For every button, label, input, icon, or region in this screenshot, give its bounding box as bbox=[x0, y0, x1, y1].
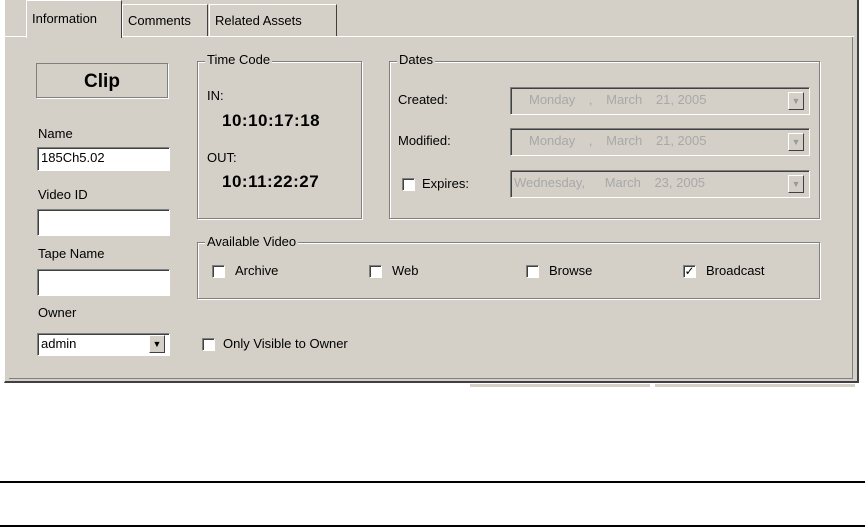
chevron-down-icon[interactable]: ▼ bbox=[149, 335, 165, 353]
expires-month: March bbox=[604, 175, 641, 190]
tab-related-assets[interactable]: Related Assets bbox=[209, 4, 337, 36]
out-timecode: 10:11:22:27 bbox=[222, 172, 320, 191]
web-checkbox[interactable] bbox=[369, 265, 382, 278]
expires-label: Expires: bbox=[422, 176, 469, 191]
archive-checkbox[interactable] bbox=[212, 265, 225, 278]
tab-information[interactable]: Information bbox=[26, 0, 122, 38]
only-visible-checkbox[interactable] bbox=[202, 338, 215, 351]
tape-name-field[interactable] bbox=[37, 269, 170, 296]
archive-label: Archive bbox=[235, 263, 279, 278]
rule-bottom bbox=[0, 525, 865, 527]
tab-related-assets-label: Related Assets bbox=[215, 13, 302, 28]
video-id-label: Video ID bbox=[38, 187, 88, 202]
web-label: Web bbox=[392, 263, 419, 278]
status-strip-right bbox=[655, 384, 855, 387]
created-sep: , bbox=[588, 92, 593, 107]
check-icon: ✓ bbox=[684, 264, 695, 278]
chevron-down-icon[interactable]: ▼ bbox=[788, 92, 804, 110]
modified-date-picker[interactable]: Monday , March 21, 2005 bbox=[510, 128, 810, 156]
created-label: Created: bbox=[398, 92, 448, 107]
time-code-group bbox=[197, 61, 362, 219]
expires-date: 23, 2005 bbox=[654, 175, 706, 190]
tab-comments-label: Comments bbox=[128, 13, 191, 28]
owner-value: admin bbox=[41, 336, 77, 351]
modified-label: Modified: bbox=[398, 133, 451, 148]
tab-information-label: Information bbox=[32, 11, 98, 26]
created-day: Monday bbox=[529, 92, 576, 107]
tape-name-label: Tape Name bbox=[38, 246, 105, 261]
video-id-field[interactable] bbox=[37, 209, 170, 236]
status-strip-left bbox=[470, 384, 650, 387]
broadcast-checkbox[interactable]: ✓ bbox=[683, 265, 696, 278]
broadcast-label: Broadcast bbox=[706, 263, 765, 278]
created-date: 21, 2005 bbox=[655, 92, 707, 107]
out-label: OUT: bbox=[207, 150, 237, 165]
time-code-title: Time Code bbox=[205, 52, 273, 67]
active-tab-joiner bbox=[27, 36, 121, 38]
created-month: March bbox=[606, 92, 643, 107]
tab-comments[interactable]: Comments bbox=[122, 4, 208, 36]
chevron-down-icon[interactable]: ▼ bbox=[788, 133, 804, 151]
modified-sep: , bbox=[588, 133, 593, 148]
expires-checkbox[interactable] bbox=[402, 178, 415, 191]
only-visible-label: Only Visible to Owner bbox=[223, 336, 348, 351]
name-label: Name bbox=[38, 126, 73, 141]
browse-checkbox[interactable] bbox=[526, 265, 539, 278]
modified-month: March bbox=[606, 133, 643, 148]
in-label: IN: bbox=[207, 88, 224, 103]
expires-day: Wednesday, bbox=[514, 175, 586, 190]
chevron-down-icon[interactable]: ▼ bbox=[788, 175, 804, 193]
name-field[interactable]: 185Ch5.02 bbox=[37, 147, 170, 171]
modified-day: Monday bbox=[529, 133, 576, 148]
dates-title: Dates bbox=[397, 52, 435, 67]
available-video-title: Available Video bbox=[205, 234, 299, 249]
owner-label: Owner bbox=[38, 305, 77, 320]
browse-label: Browse bbox=[549, 263, 593, 278]
rule-top bbox=[0, 481, 865, 483]
clip-title: Clip bbox=[36, 63, 168, 98]
created-date-picker[interactable]: Monday , March 21, 2005 bbox=[510, 87, 810, 115]
expires-date-picker[interactable]: Wednesday, March 23, 2005 bbox=[510, 170, 810, 198]
in-timecode: 10:10:17:18 bbox=[222, 111, 321, 130]
modified-date: 21, 2005 bbox=[655, 133, 707, 148]
